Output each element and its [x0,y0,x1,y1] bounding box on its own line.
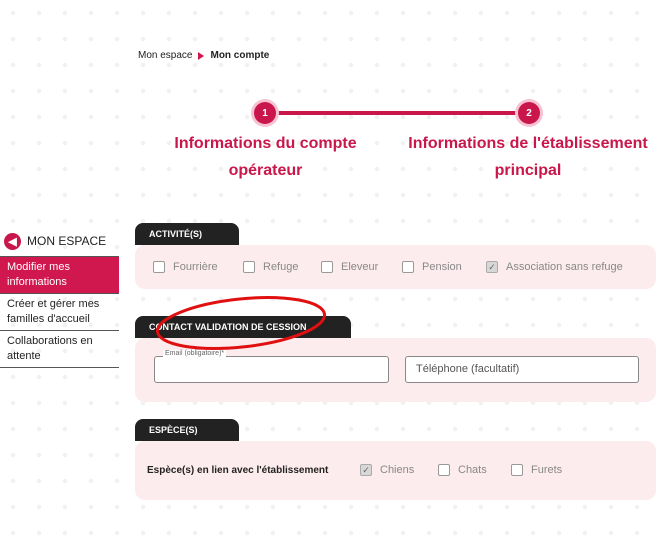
step-2-dot[interactable]: 2 [518,102,540,124]
sidebar-item-collaborations[interactable]: Collaborations en attente [0,331,119,368]
breadcrumb: Mon espace Mon compte [138,50,269,61]
sidebar-title: MON ESPACE [27,234,107,248]
checkbox-label: Refuge [263,261,299,273]
checkbox-icon[interactable] [153,261,165,273]
checkbox-label: Eleveur [341,261,379,273]
step-1-label[interactable]: Informations du compte opérateur [158,130,373,184]
especes-tab: ESPÈCE(S) [135,419,239,441]
checkbox-chiens[interactable]: ✓ Chiens [360,464,414,476]
checkbox-chats[interactable]: Chats [438,464,487,476]
stepper-line [265,111,529,115]
checkbox-icon[interactable] [243,261,255,273]
checkbox-label: Chats [458,464,487,476]
email-field-label: Email (obligatoire)* [163,350,227,357]
checkbox-icon[interactable] [321,261,333,273]
activites-tab: ACTIVITÉ(S) [135,223,239,245]
checkbox-icon[interactable] [438,464,450,476]
checkbox-icon[interactable] [402,261,414,273]
sidebar-item-modifier-informations[interactable]: Modifier mes informations [0,257,119,294]
especes-row-label: Espèce(s) en lien avec l'établissement [147,465,329,476]
checkbox-label: Pension [422,261,462,273]
phone-field[interactable]: Téléphone (facultatif) [405,356,639,383]
checkbox-pension[interactable]: Pension [402,261,462,273]
breadcrumb-home-link[interactable]: Mon espace [138,50,192,61]
checkbox-association-sans-refuge[interactable]: ✓ Association sans refuge [486,261,623,273]
checkbox-label: Fourrière [173,261,218,273]
breadcrumb-current: Mon compte [210,50,270,61]
checkbox-furets[interactable]: Furets [511,464,562,476]
checkmark-icon[interactable]: ✓ [360,464,372,476]
breadcrumb-arrow-icon [198,51,205,60]
email-field[interactable]: Email (obligatoire)* [154,350,389,383]
sidebar-item-familles-accueil[interactable]: Créer et gérer mes familles d'accueil [0,294,119,331]
checkbox-icon[interactable] [511,464,523,476]
checkbox-refuge[interactable]: Refuge [243,261,298,273]
mon-espace-logo-icon: ◀ [4,232,21,250]
sidebar-header: ◀ MON ESPACE [0,232,119,257]
checkbox-eleveur[interactable]: Eleveur [321,261,378,273]
sidebar: ◀ MON ESPACE Modifier mes informations C… [0,232,119,368]
checkbox-fourriere[interactable]: Fourrière [153,261,218,273]
phone-field-placeholder: Téléphone (facultatif) [416,363,520,375]
checkmark-icon[interactable]: ✓ [486,261,498,273]
checkbox-label: Chiens [380,464,415,476]
step-1-dot[interactable]: 1 [254,102,276,124]
contact-tab: CONTACT VALIDATION DE CESSION [135,316,351,338]
step-2-label[interactable]: Informations de l'établissement principa… [392,130,656,184]
checkbox-label: Furets [531,464,563,476]
checkbox-label: Association sans refuge [506,261,623,273]
